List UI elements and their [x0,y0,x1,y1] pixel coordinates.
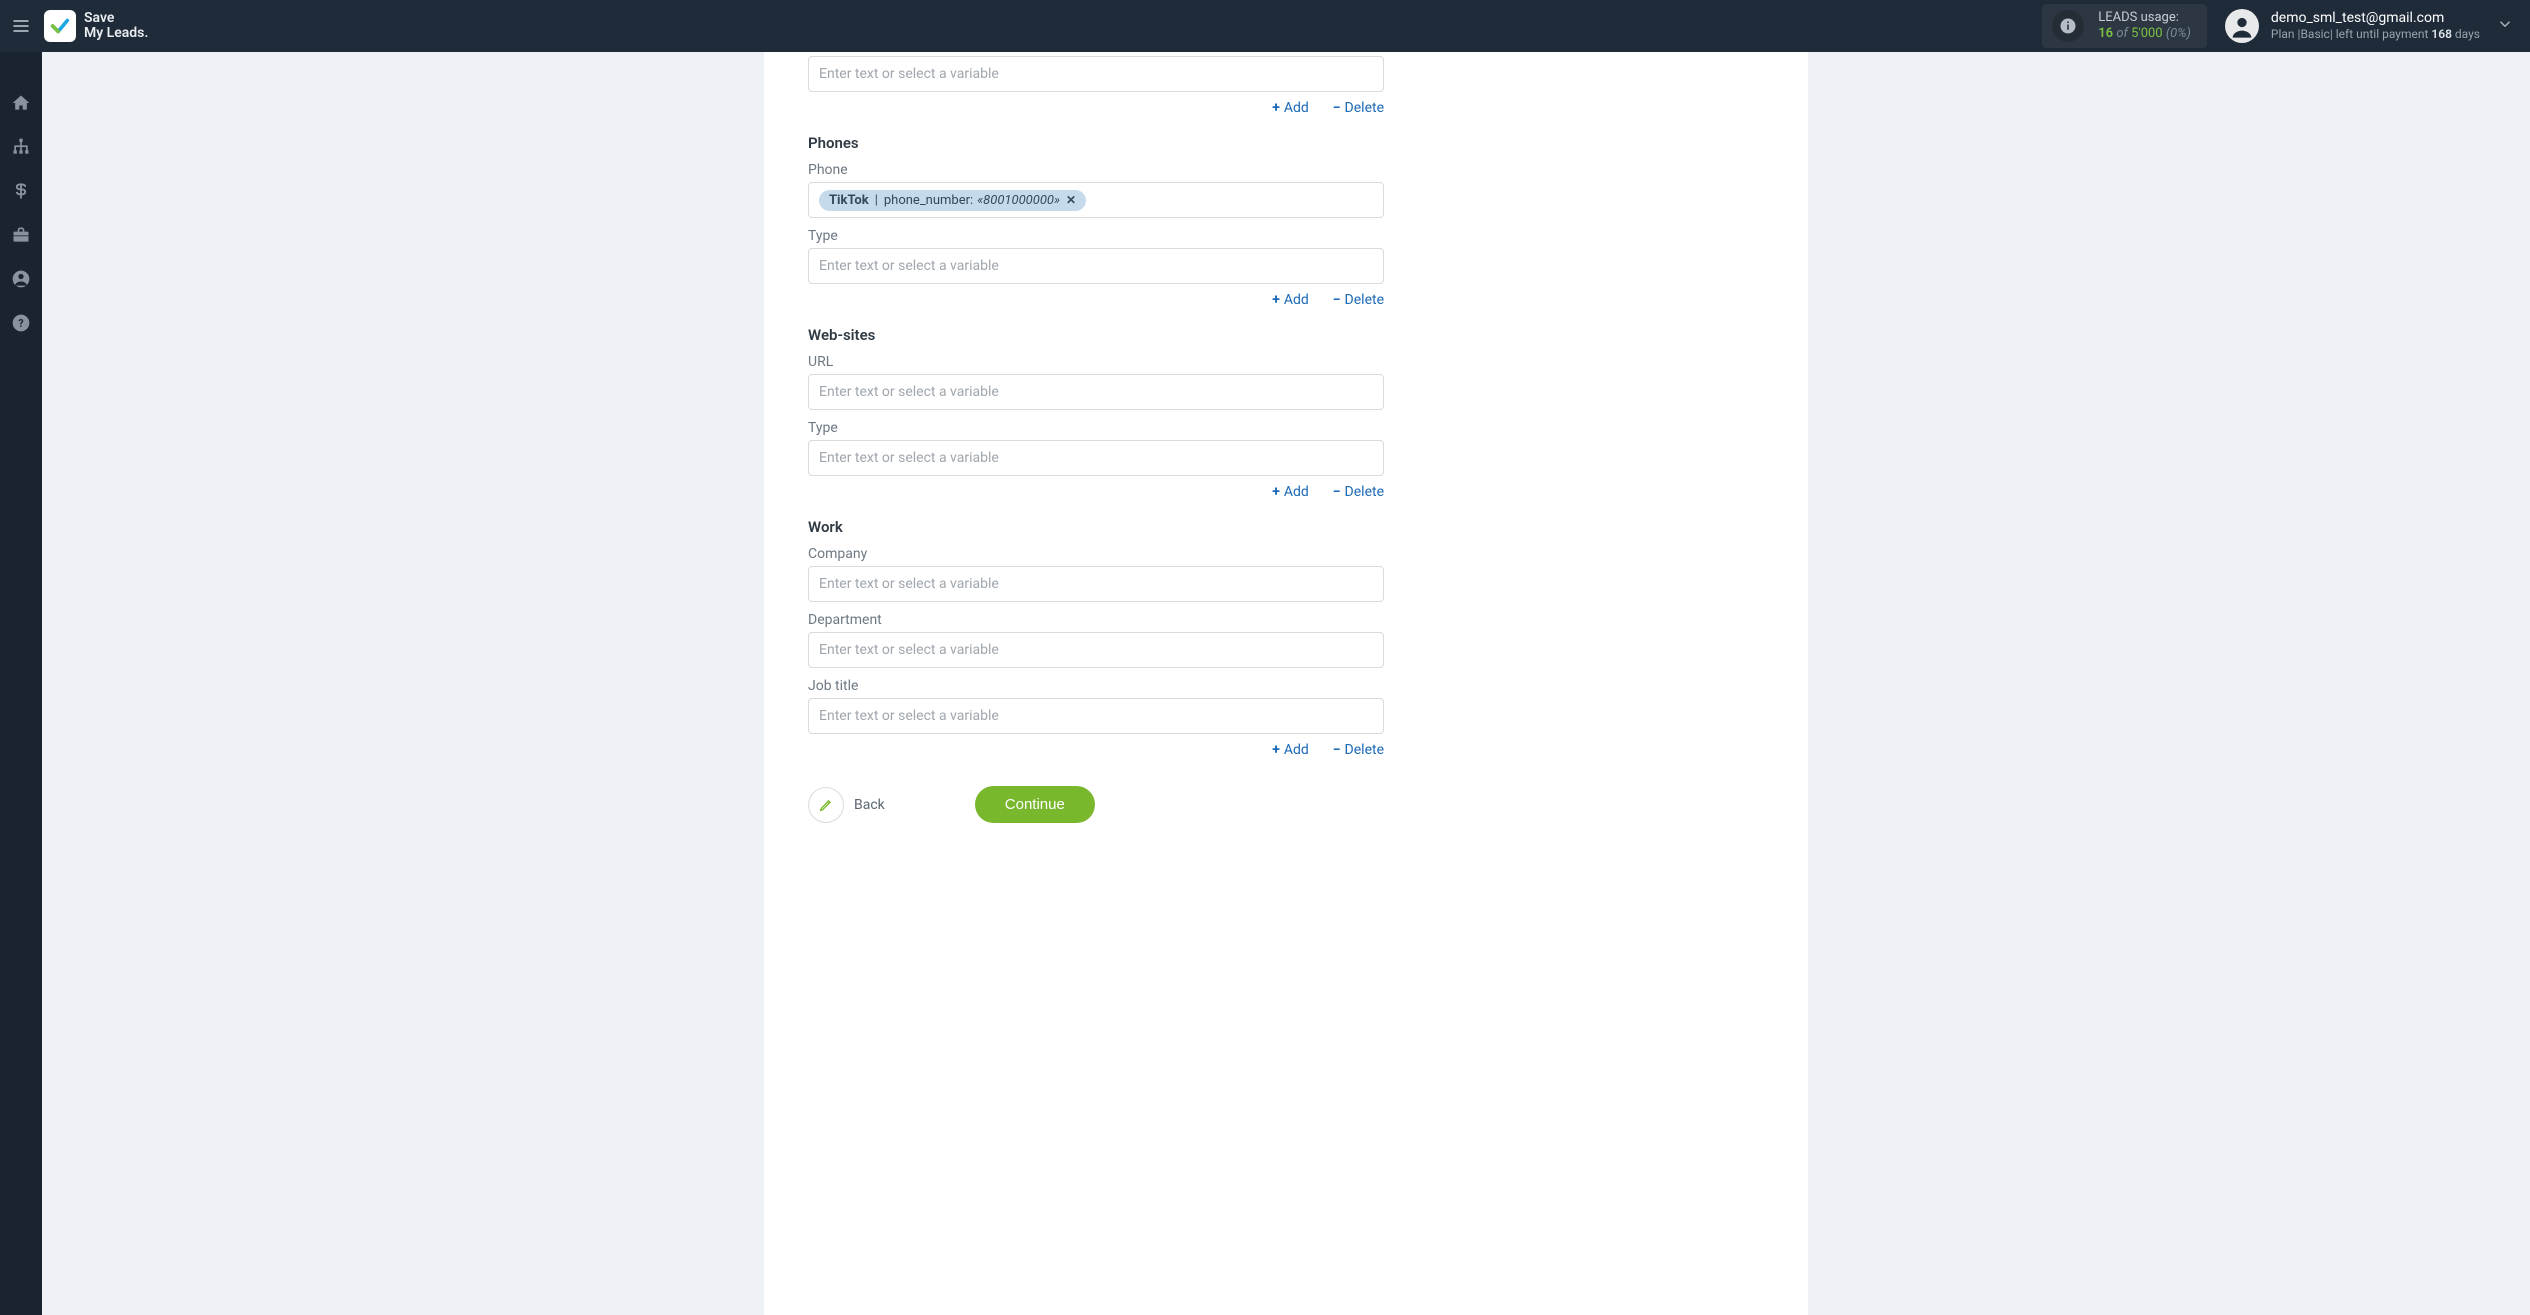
input-phone[interactable]: TikTok | phone_number: «8001000000» ✕ [808,182,1384,218]
minus-icon: − [1333,742,1341,758]
section-title-work: Work [808,518,1384,536]
user-plan: Plan |Basic| left until payment 168 days [2271,27,2480,41]
input-job-title[interactable]: Enter text or select a variable [808,698,1384,734]
add-button[interactable]: +Add [1272,100,1309,116]
input-placeholder: Enter text or select a variable [819,450,999,466]
variable-chip-phone: TikTok | phone_number: «8001000000» ✕ [819,190,1086,211]
field-label-phone: Phone [808,162,1384,178]
input-phone-type[interactable]: Enter text or select a variable [808,248,1384,284]
plus-icon: + [1272,484,1280,500]
delete-button[interactable]: −Delete [1333,484,1384,500]
back-label: Back [854,797,885,813]
pencil-icon [808,787,844,823]
connections-icon[interactable] [10,136,32,158]
input-placeholder: Enter text or select a variable [819,708,999,724]
chip-remove-icon[interactable]: ✕ [1066,193,1076,207]
field-label-job-title: Job title [808,678,1384,694]
usage-percent: (0%) [2166,26,2191,41]
delete-button[interactable]: −Delete [1333,742,1384,758]
info-icon [2052,10,2084,42]
back-button[interactable]: Back [808,787,885,823]
top-bar: Save My Leads. LEADS usage: 16 of 5'000 … [0,0,2530,52]
home-icon[interactable] [10,92,32,114]
add-button[interactable]: +Add [1272,484,1309,500]
minus-icon: − [1333,292,1341,308]
input-url[interactable]: Enter text or select a variable [808,374,1384,410]
chip-key: phone_number: [884,193,973,208]
input-company[interactable]: Enter text or select a variable [808,566,1384,602]
usage-text: LEADS usage: 16 of 5'000 (0%) [2098,10,2191,43]
field-label-company: Company [808,546,1384,562]
input-department[interactable]: Enter text or select a variable [808,632,1384,668]
field-label-phone-type: Type [808,228,1384,244]
logo-mark-icon [44,10,76,42]
user-block[interactable]: demo_sml_test@gmail.com Plan |Basic| lef… [2225,9,2480,43]
usage-widget: LEADS usage: 16 of 5'000 (0%) [2042,4,2207,49]
input-placeholder: Enter text or select a variable [819,258,999,274]
usage-total: 5'000 [2131,26,2163,41]
svg-text:?: ? [18,317,23,330]
usage-label: LEADS usage: [2098,10,2191,26]
input-top[interactable]: Enter text or select a variable [808,56,1384,92]
chevron-down-icon[interactable] [2492,15,2518,37]
minus-icon: − [1333,484,1341,500]
left-rail: ? [0,52,42,1315]
dollar-icon[interactable] [10,180,32,202]
delete-button[interactable]: −Delete [1333,292,1384,308]
chip-source: TikTok [829,193,869,208]
field-label-department: Department [808,612,1384,628]
briefcase-icon[interactable] [10,224,32,246]
avatar-icon [2225,9,2259,43]
input-placeholder: Enter text or select a variable [819,66,999,82]
input-url-type[interactable]: Enter text or select a variable [808,440,1384,476]
user-icon[interactable] [10,268,32,290]
usage-count: 16 [2098,26,2113,41]
input-placeholder: Enter text or select a variable [819,576,999,592]
brand-logo[interactable]: Save My Leads. [44,10,148,42]
help-icon[interactable]: ? [10,312,32,334]
plus-icon: + [1272,292,1280,308]
field-label-url-type: Type [808,420,1384,436]
chip-value: «8001000000» [977,193,1060,208]
continue-button[interactable]: Continue [975,786,1095,823]
plus-icon: + [1272,100,1280,116]
plus-icon: + [1272,742,1280,758]
input-placeholder: Enter text or select a variable [819,384,999,400]
main-area: Enter text or select a variable +Add −De… [42,52,2530,1315]
brand-name: Save My Leads. [84,11,148,40]
section-title-phones: Phones [808,134,1384,152]
input-placeholder: Enter text or select a variable [819,642,999,658]
user-email: demo_sml_test@gmail.com [2271,10,2480,27]
usage-of: of [2116,26,2131,41]
minus-icon: − [1333,100,1341,116]
add-button[interactable]: +Add [1272,742,1309,758]
section-title-websites: Web-sites [808,326,1384,344]
user-text: demo_sml_test@gmail.com Plan |Basic| lef… [2271,10,2480,41]
field-label-url: URL [808,354,1384,370]
hamburger-icon[interactable] [10,15,32,37]
delete-button[interactable]: −Delete [1333,100,1384,116]
add-button[interactable]: +Add [1272,292,1309,308]
form-panel: Enter text or select a variable +Add −De… [764,52,1808,1315]
